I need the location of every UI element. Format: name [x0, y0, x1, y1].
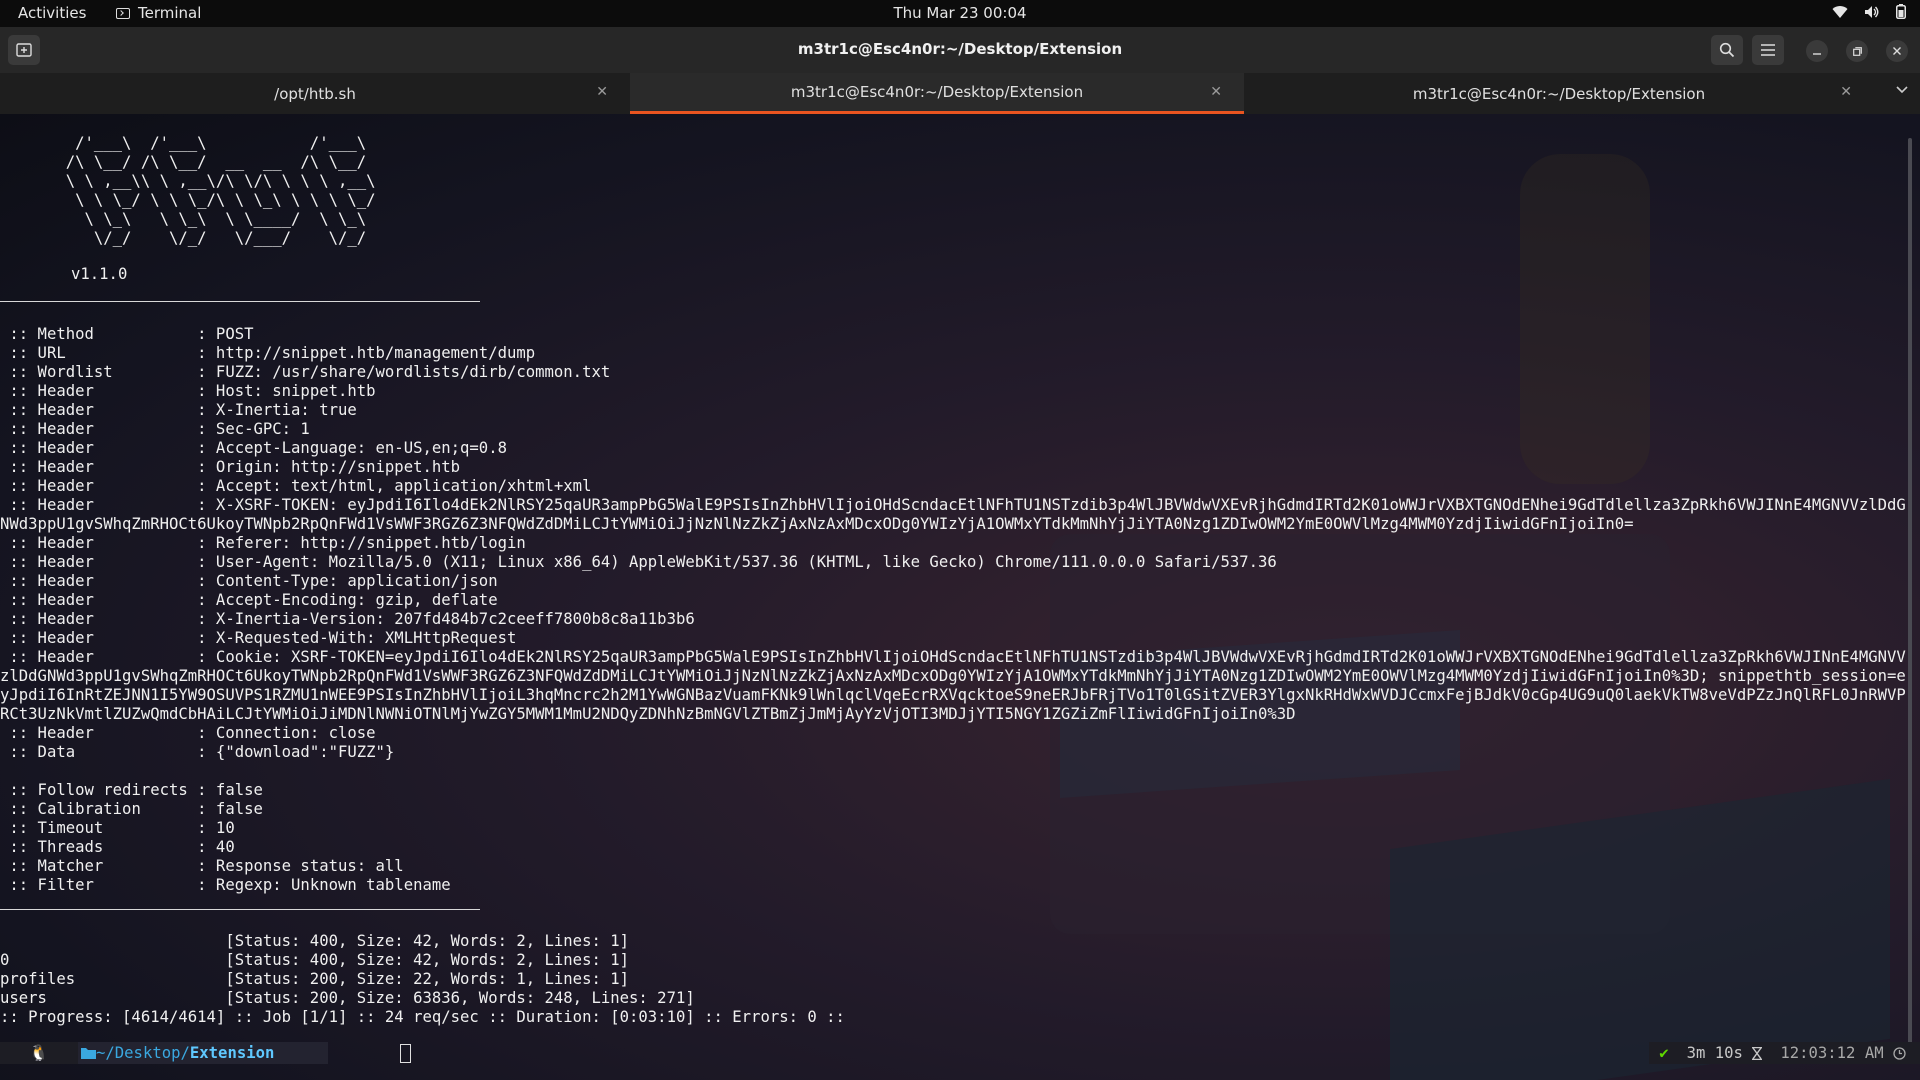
search-button[interactable] — [1711, 35, 1743, 65]
restore-icon — [1852, 46, 1862, 56]
tab-close-icon[interactable]: ✕ — [1210, 84, 1222, 100]
tab-label: m3tr1c@Esc4n0r:~/Desktop/Extension — [790, 83, 1084, 101]
minimize-icon — [1813, 53, 1821, 55]
tab-extension-active[interactable]: m3tr1c@Esc4n0r:~/Desktop/Extension ✕ — [630, 73, 1244, 114]
tab-close-icon[interactable]: ✕ — [596, 84, 608, 100]
prompt-clock: 12:03:12 AM — [1770, 1042, 1920, 1064]
tab-close-icon[interactable]: ✕ — [1840, 84, 1852, 100]
menu-button[interactable] — [1752, 35, 1784, 65]
command-duration-value: 3m 10s — [1686, 1044, 1743, 1062]
tab-label: m3tr1c@Esc4n0r:~/Desktop/Extension — [1412, 84, 1706, 103]
ffuf-results-output: [Status: 400, Size: 42, Words: 2, Lines:… — [0, 932, 845, 1026]
tab-bar: /opt/htb.sh ✕ m3tr1c@Esc4n0r:~/Desktop/E… — [0, 73, 1920, 114]
prompt-clock-value: 12:03:12 AM — [1780, 1044, 1884, 1062]
clock[interactable]: Thu Mar 23 00:04 — [0, 4, 1920, 22]
separator-line — [0, 301, 480, 302]
separator-line — [0, 909, 480, 910]
hourglass-icon — [1752, 1046, 1763, 1061]
system-tray[interactable] — [1832, 4, 1906, 19]
shell-prompt: 🐧 ~/Desktop/Extension ✔ 3m 10s 12:03:12 … — [0, 1042, 1920, 1064]
clock-icon — [1893, 1047, 1906, 1060]
window-header-bar: m3tr1c@Esc4n0r:~/Desktop/Extension — [0, 27, 1920, 74]
prompt-path-current: Extension — [189, 1044, 275, 1062]
status-ok-check-icon: ✔ — [1649, 1042, 1679, 1064]
tab-label: /opt/htb.sh — [274, 84, 356, 103]
battery-icon — [1896, 4, 1906, 19]
volume-icon — [1865, 5, 1879, 18]
wifi-icon — [1832, 5, 1848, 18]
prompt-directory: ~/Desktop/Extension — [78, 1042, 328, 1064]
linux-icon: 🐧 — [0, 1042, 78, 1064]
search-icon — [1719, 42, 1735, 58]
ffuf-version: v1.1.0 — [71, 265, 128, 283]
window-title: m3tr1c@Esc4n0r:~/Desktop/Extension — [797, 40, 1123, 58]
command-duration: 3m 10s — [1678, 1042, 1771, 1064]
terminal-view[interactable]: /'___\ /'___\ /'___\ /\ \__/ /\ \__/ __ … — [0, 114, 1920, 1080]
ffuf-ascii-banner: /'___\ /'___\ /'___\ /\ \__/ /\ \__/ __ … — [65, 134, 376, 247]
prompt-path-prefix: ~/Desktop/ — [96, 1044, 190, 1062]
maximize-button[interactable] — [1846, 40, 1868, 62]
tab-overflow-chevron-down-icon[interactable] — [1896, 83, 1908, 98]
text-cursor — [400, 1044, 411, 1063]
tab-extension[interactable]: m3tr1c@Esc4n0r:~/Desktop/Extension ✕ — [1244, 73, 1874, 114]
close-window-button[interactable] — [1886, 40, 1908, 62]
hamburger-menu-icon — [1761, 44, 1775, 56]
folder-icon — [81, 1048, 96, 1059]
gnome-top-bar: Activities Terminal Thu Mar 23 00:04 — [0, 0, 1920, 27]
terminal-scrollbar[interactable] — [1908, 138, 1912, 1058]
ffuf-config-output: :: Method : POST :: URL : http://snippet… — [0, 325, 1906, 894]
close-icon — [1893, 47, 1901, 55]
right-prompt: ✔ 3m 10s 12:03:12 AM — [1649, 1042, 1920, 1064]
tab-htb-script[interactable]: /opt/htb.sh ✕ — [0, 73, 630, 114]
minimize-button[interactable] — [1806, 40, 1828, 62]
